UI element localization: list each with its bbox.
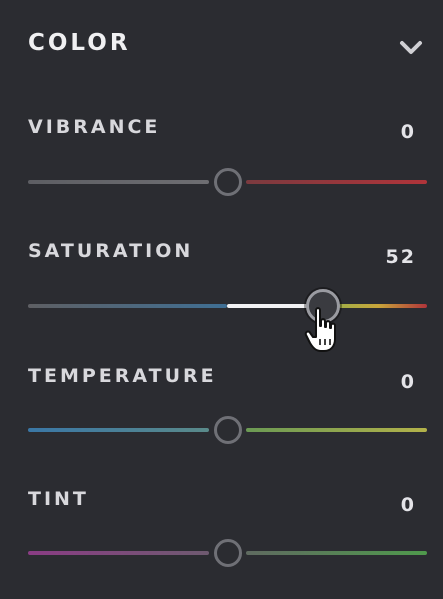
temperature-slider-track[interactable] xyxy=(28,416,427,444)
saturation-slider-track[interactable] xyxy=(28,289,427,323)
vibrance-slider-track[interactable] xyxy=(28,168,427,196)
temperature-track-right xyxy=(246,428,427,432)
tint-slider-thumb[interactable] xyxy=(214,539,242,567)
saturation-label: SATURATION xyxy=(28,240,194,262)
tint-value[interactable]: 0 xyxy=(401,494,416,516)
tint-track-left xyxy=(28,551,209,555)
vibrance-track-left xyxy=(28,180,209,184)
tint-label: TINT xyxy=(28,488,89,510)
vibrance-track-right xyxy=(246,180,427,184)
temperature-track-left xyxy=(28,428,209,432)
temperature-slider-thumb[interactable] xyxy=(214,416,242,444)
saturation-value[interactable]: 52 xyxy=(386,246,416,268)
saturation-track-left xyxy=(28,304,227,308)
vibrance-label: VIBRANCE xyxy=(28,116,161,138)
temperature-value[interactable]: 0 xyxy=(401,371,416,393)
vibrance-value[interactable]: 0 xyxy=(401,121,416,143)
tint-slider-track[interactable] xyxy=(28,539,427,567)
saturation-track-right xyxy=(330,304,427,308)
color-panel: COLOR VIBRANCE 0 SATURATION 52 TEMPERATU… xyxy=(0,0,443,599)
vibrance-slider-thumb[interactable] xyxy=(214,168,242,196)
hand-pointer-icon xyxy=(304,307,336,352)
panel-title[interactable]: COLOR xyxy=(28,30,131,56)
temperature-label: TEMPERATURE xyxy=(28,365,217,387)
tint-track-right xyxy=(246,551,427,555)
chevron-down-icon[interactable] xyxy=(399,40,423,56)
